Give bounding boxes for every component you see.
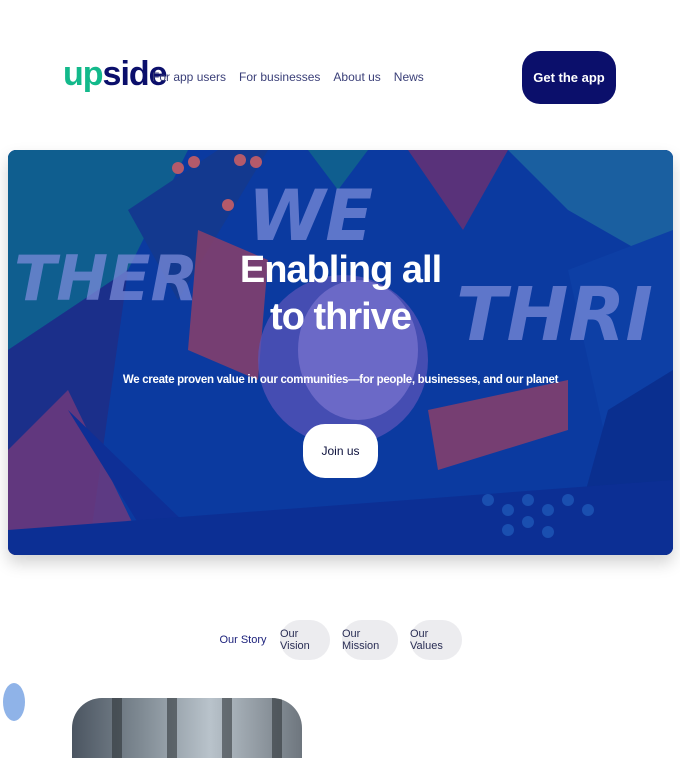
story-image: [72, 698, 302, 758]
site-header: upside For app users For businesses Abou…: [0, 0, 680, 150]
join-us-button[interactable]: Join us: [303, 424, 378, 478]
tab-our-vision[interactable]: Our Vision: [280, 620, 330, 660]
tab-our-values[interactable]: Our Values: [410, 620, 462, 660]
nav-news[interactable]: News: [394, 70, 424, 84]
hero-subtitle: We create proven value in our communitie…: [122, 374, 559, 386]
hero-title: Enabling all to thrive: [239, 249, 442, 338]
tab-our-mission[interactable]: Our Mission: [342, 620, 398, 660]
chat-widget-bubble[interactable]: [3, 683, 25, 721]
bg-word-top: WE: [248, 175, 373, 257]
nav-about-us[interactable]: About us: [333, 70, 380, 84]
main-nav: For app users For businesses About us Ne…: [152, 70, 437, 84]
nav-for-app-users[interactable]: For app users: [152, 70, 226, 84]
story-tabs: Our Story Our Vision Our Mission Our Val…: [218, 620, 462, 660]
hero-background-illustration: THER WE THRI: [8, 150, 673, 555]
tab-our-story[interactable]: Our Story: [218, 620, 268, 660]
hero-banner: THER WE THRI Enabling all to thrive We c…: [8, 150, 673, 555]
nav-for-businesses[interactable]: For businesses: [239, 70, 320, 84]
get-the-app-button[interactable]: Get the app: [522, 51, 616, 104]
